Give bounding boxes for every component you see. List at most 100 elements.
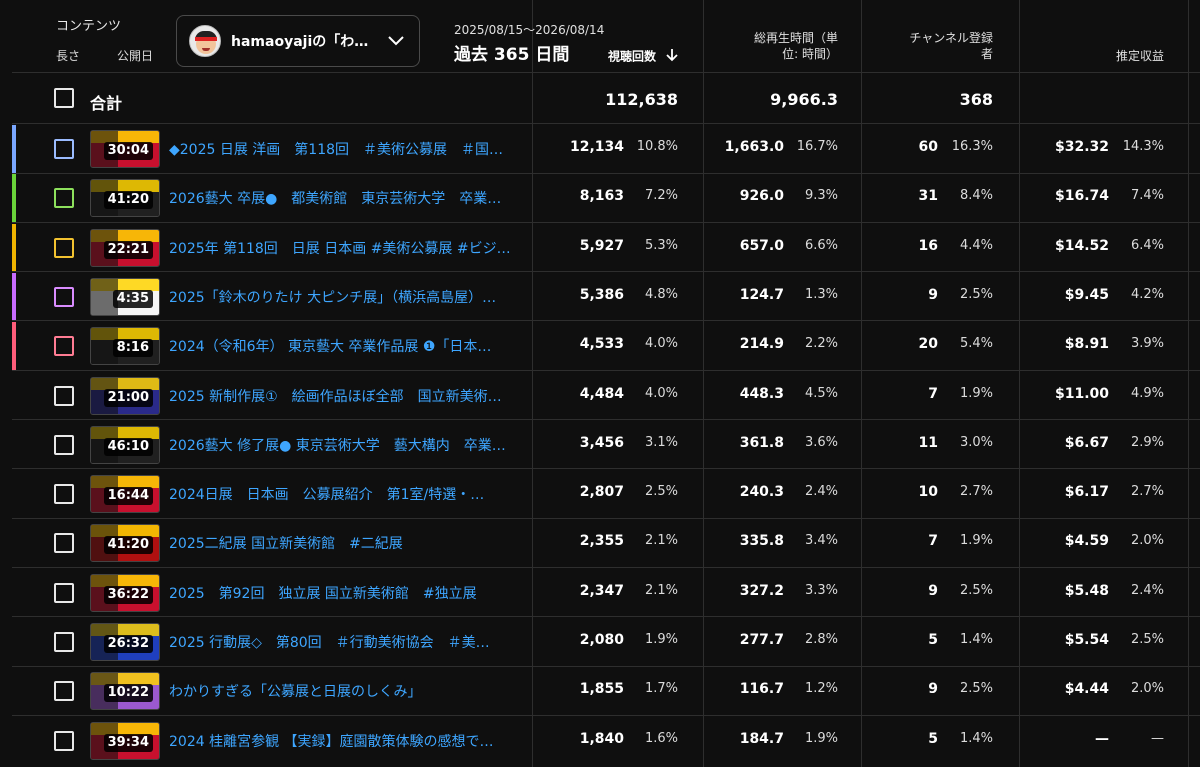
totals-label: 合計 (90, 94, 123, 113)
video-title-link[interactable]: 2024 桂離宮参観 【実録】庭園散策体験の感想で… (169, 731, 524, 751)
video-title-link[interactable]: 2025 第92回 独立展 国立新美術館 #独立展 (169, 583, 524, 603)
watch-time-label-line1: 総再生時間（単 (753, 31, 838, 45)
published-date-filter[interactable]: 公開日 (117, 47, 153, 64)
subscribers-percent: 2.5% (959, 582, 993, 598)
video-title-link[interactable]: 2025 行動展◇ 第80回 ＃行動美術協会 ＃美… (169, 632, 524, 652)
video-thumbnail[interactable]: 10:22 (90, 672, 160, 711)
watch-time-label-line2: 位: 時間） (782, 47, 838, 61)
video-thumbnail[interactable]: 41:20 (90, 524, 160, 563)
subscribers-percent: 1.4% (959, 730, 993, 746)
views-column-header[interactable]: 視聴回数 (608, 48, 678, 66)
revenue-percent: 2.5% (1130, 632, 1164, 647)
subscribers-label-line2: 者 (980, 47, 993, 61)
subscribers-percent: 2.5% (959, 286, 993, 302)
video-duration: 21:00 (103, 388, 153, 407)
video-thumbnail[interactable]: 16:44 (90, 475, 160, 514)
chevron-down-icon[interactable] (385, 30, 407, 52)
revenue-percent: 4.9% (1130, 385, 1164, 401)
table-row[interactable]: 22:21 2025年 第118回 日展 日本画 #美術公募展 #ビジ… 5,9… (0, 223, 1200, 272)
channel-name: hamaoyajiの「わ… (231, 34, 369, 50)
video-thumbnail[interactable]: 26:32 (90, 623, 160, 661)
views-value: 2,355 (579, 533, 624, 550)
table-row[interactable]: 26:32 2025 行動展◇ 第80回 ＃行動美術協会 ＃美… 2,080 1… (0, 617, 1200, 666)
table-row[interactable]: 16:44 2024日展 日本画 公募展紹介 第1室/特選・… 2,807 2.… (0, 469, 1200, 518)
video-duration: 26:32 (103, 635, 153, 653)
views-value: 3,456 (579, 434, 624, 451)
channel-selector[interactable]: hamaoyajiの「わ… (176, 15, 420, 67)
row-checkbox[interactable] (54, 385, 74, 406)
video-thumbnail[interactable]: 46:10 (90, 425, 160, 464)
views-percent: 1.7% (644, 681, 678, 697)
video-title-link[interactable]: 2025二紀展 国立新美術館 #二紀展 (169, 533, 524, 553)
revenue-value: $4.44 (1064, 681, 1109, 698)
video-thumbnail[interactable]: 41:20 (90, 179, 160, 218)
series-color-bar (12, 125, 16, 173)
table-row[interactable]: 4:35 2025「鈴木のりたけ 大ピンチ展」（横浜高島屋）… 5,386 4.… (0, 272, 1200, 321)
row-checkbox[interactable] (54, 582, 74, 603)
video-thumbnail[interactable]: 4:35 (90, 277, 160, 316)
video-title-link[interactable]: ◆2025 日展 洋画 第118回 ＃美術公募展 ＃国… (169, 139, 524, 159)
table-row[interactable]: 41:20 2025二紀展 国立新美術館 #二紀展 2,355 2.1% 335… (0, 518, 1200, 567)
video-title-link[interactable]: わかりすぎる「公募展と日展のしくみ」 (169, 681, 524, 701)
watch-time-value: 184.7 (739, 730, 784, 747)
video-thumbnail[interactable]: 30:04 (90, 130, 160, 168)
video-title-link[interactable]: 2026藝大 修了展● 東京芸術大学 藝大構内 卒業… (169, 435, 524, 455)
watch-time-value: 335.8 (739, 533, 784, 550)
revenue-value: $6.17 (1064, 484, 1109, 501)
select-all-checkbox[interactable] (54, 88, 74, 108)
table-row[interactable]: 21:00 2025 新制作展① 絵画作品ほぼ全部 国立新美術… 4,484 4… (0, 371, 1200, 420)
watch-time-percent: 3.6% (804, 434, 838, 450)
row-checkbox[interactable] (54, 139, 74, 159)
row-checkbox[interactable] (54, 237, 74, 258)
views-value: 1,855 (579, 681, 624, 698)
row-checkbox[interactable] (54, 632, 74, 652)
views-value: 5,927 (579, 237, 624, 254)
views-value: 8,163 (579, 188, 624, 205)
watch-time-value: 124.7 (739, 286, 784, 303)
table-row[interactable]: 8:16 2024（令和6年） 東京藝大 卒業作品展 ❶「日本… 4,533 4… (0, 321, 1200, 371)
video-thumbnail[interactable]: 36:22 (90, 573, 160, 612)
watch-time-percent: 3.3% (804, 582, 838, 598)
video-title-link[interactable]: 2025 新制作展① 絵画作品ほぼ全部 国立新美術… (169, 386, 524, 406)
video-title-link[interactable]: 2024日展 日本画 公募展紹介 第1室/特選・… (169, 484, 524, 504)
row-checkbox[interactable] (54, 730, 74, 751)
video-title-link[interactable]: 2026藝大 卒展● 都美術館 東京芸術大学 卒業… (169, 188, 524, 208)
row-checkbox[interactable] (54, 188, 74, 209)
watch-time-percent: 3.4% (804, 533, 838, 549)
video-thumbnail[interactable]: 22:21 (90, 228, 160, 267)
video-thumbnail[interactable]: 21:00 (90, 376, 160, 415)
table-row[interactable]: 10:22 わかりすぎる「公募展と日展のしくみ」 1,855 1.7% 116.… (0, 666, 1200, 715)
row-checkbox[interactable] (54, 681, 74, 702)
date-range: 2025/08/15〜2026/08/14 (454, 23, 605, 37)
row-checkbox[interactable] (54, 533, 74, 554)
subscribers-column-header[interactable]: チャンネル登録 者 (909, 30, 993, 62)
views-percent: 2.1% (644, 533, 678, 549)
watch-time-value: 361.8 (739, 434, 784, 451)
row-checkbox[interactable] (54, 484, 74, 505)
table-row[interactable]: 36:22 2025 第92回 独立展 国立新美術館 #独立展 2,347 2.… (0, 568, 1200, 617)
video-thumbnail[interactable]: 8:16 (90, 327, 160, 366)
video-duration: 41:20 (103, 536, 153, 555)
video-thumbnail[interactable]: 39:34 (90, 721, 160, 760)
row-checkbox[interactable] (54, 336, 74, 357)
watch-time-value: 116.7 (739, 681, 784, 698)
watch-time-percent: 1.2% (804, 681, 838, 697)
watch-time-percent: 2.4% (804, 484, 838, 500)
length-filter[interactable]: 長さ (56, 47, 80, 64)
table-row[interactable]: 46:10 2026藝大 修了展● 東京芸術大学 藝大構内 卒業… 3,456 … (0, 420, 1200, 469)
watch-time-column-header[interactable]: 総再生時間（単 位: 時間） (754, 30, 838, 62)
revenue-percent: — (1151, 730, 1164, 746)
video-title-link[interactable]: 2024（令和6年） 東京藝大 卒業作品展 ❶「日本… (169, 336, 524, 356)
revenue-column-header[interactable]: 推定収益 (1116, 48, 1164, 64)
table-row[interactable]: 39:34 2024 桂離宮参観 【実録】庭園散策体験の感想で… 1,840 1… (0, 716, 1200, 765)
table-row[interactable]: 30:04 ◆2025 日展 洋画 第118回 ＃美術公募展 ＃国… 12,13… (0, 124, 1200, 173)
watch-time-value: 1,663.0 (724, 139, 784, 155)
row-checkbox[interactable] (54, 286, 74, 307)
row-checkbox[interactable] (54, 434, 74, 455)
video-title-link[interactable]: 2025「鈴木のりたけ 大ピンチ展」（横浜高島屋）… (169, 287, 524, 307)
table-row[interactable]: 41:20 2026藝大 卒展● 都美術館 東京芸術大学 卒業… 8,163 7… (0, 173, 1200, 223)
revenue-percent: 2.0% (1130, 533, 1164, 549)
video-title-link[interactable]: 2025年 第118回 日展 日本画 #美術公募展 #ビジ… (169, 238, 524, 258)
period-label[interactable]: 過去 365 日間 (454, 40, 569, 65)
views-value: 12,134 (569, 139, 624, 155)
